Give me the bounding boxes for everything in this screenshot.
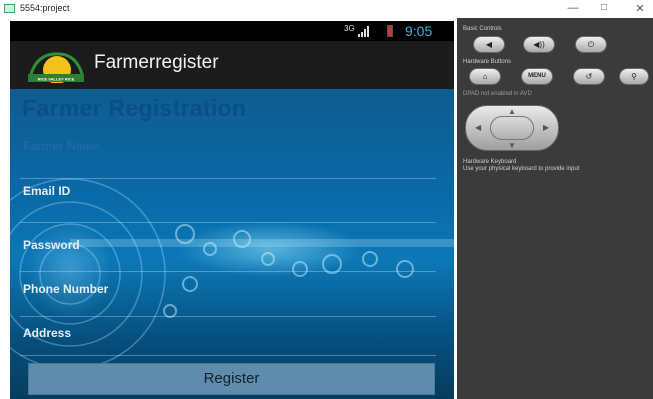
volume-down-icon[interactable]: ◀ [473,36,505,53]
action-bar: RICE VALLEY RICE Farmerregister [10,41,454,89]
password-underline [20,271,436,272]
emulator-controls: Basic Controls ◀ ◀)) ⏻ Hardware Buttons … [457,18,653,399]
dpad[interactable]: ▲ ▼ ◀ ▶ [465,105,559,151]
power-icon[interactable]: ⏻ [575,36,607,53]
window-title-bar: 5554:project — □ ✕ [0,0,653,18]
registration-form: Farmer Registration Farmer Name Email ID… [10,89,454,399]
svg-text:RICE VALLEY RICE: RICE VALLEY RICE [38,77,75,82]
battery-icon [387,25,393,37]
phone-input[interactable] [20,275,436,305]
email-underline [20,222,436,223]
hardware-keyboard-label: Hardware Keyboard [463,159,517,165]
app-title: Farmerregister [94,52,219,73]
signal-icon [358,26,372,37]
close-button[interactable]: ✕ [633,2,647,15]
minimize-button[interactable]: — [566,2,580,14]
home-icon[interactable]: ⌂ [469,68,501,85]
dpad-down-icon[interactable]: ▼ [508,141,516,150]
dpad-label: DPAD not enabled in AVD [463,91,532,97]
form-heading: Farmer Registration [22,95,247,121]
status-bar: 3G 9:05 [10,21,454,41]
app-window-icon [4,4,15,13]
network-type: 3G [344,24,355,33]
password-input[interactable] [20,231,436,261]
menu-button[interactable]: MENU [521,68,553,85]
back-icon[interactable]: ↺ [573,68,605,85]
dpad-left-icon[interactable]: ◀ [475,123,481,132]
register-button[interactable]: Register [28,363,435,395]
hardware-keyboard-hint: Use your physical keyboard to provide in… [463,166,580,172]
dpad-up-icon[interactable]: ▲ [508,107,516,116]
hardware-buttons-label: Hardware Buttons [463,59,512,65]
email-input[interactable] [20,178,436,208]
search-icon[interactable]: ⚲ [619,68,649,85]
phone-underline [20,316,436,317]
dpad-right-icon[interactable]: ▶ [543,123,549,132]
status-clock: 9:05 [405,23,433,39]
maximize-button[interactable]: □ [597,2,611,13]
basic-controls-label: Basic Controls [463,26,502,32]
address-input[interactable] [20,319,436,349]
device-screen: 3G 9:05 RICE VALLEY RICE Farmerregister [10,21,454,399]
app-logo: RICE VALLEY RICE [28,52,84,83]
farmer-name-input[interactable] [20,133,436,163]
address-underline [20,355,436,356]
volume-up-icon[interactable]: ◀)) [523,36,555,53]
dpad-center[interactable] [490,116,534,140]
window-title: 5554:project [20,3,70,13]
